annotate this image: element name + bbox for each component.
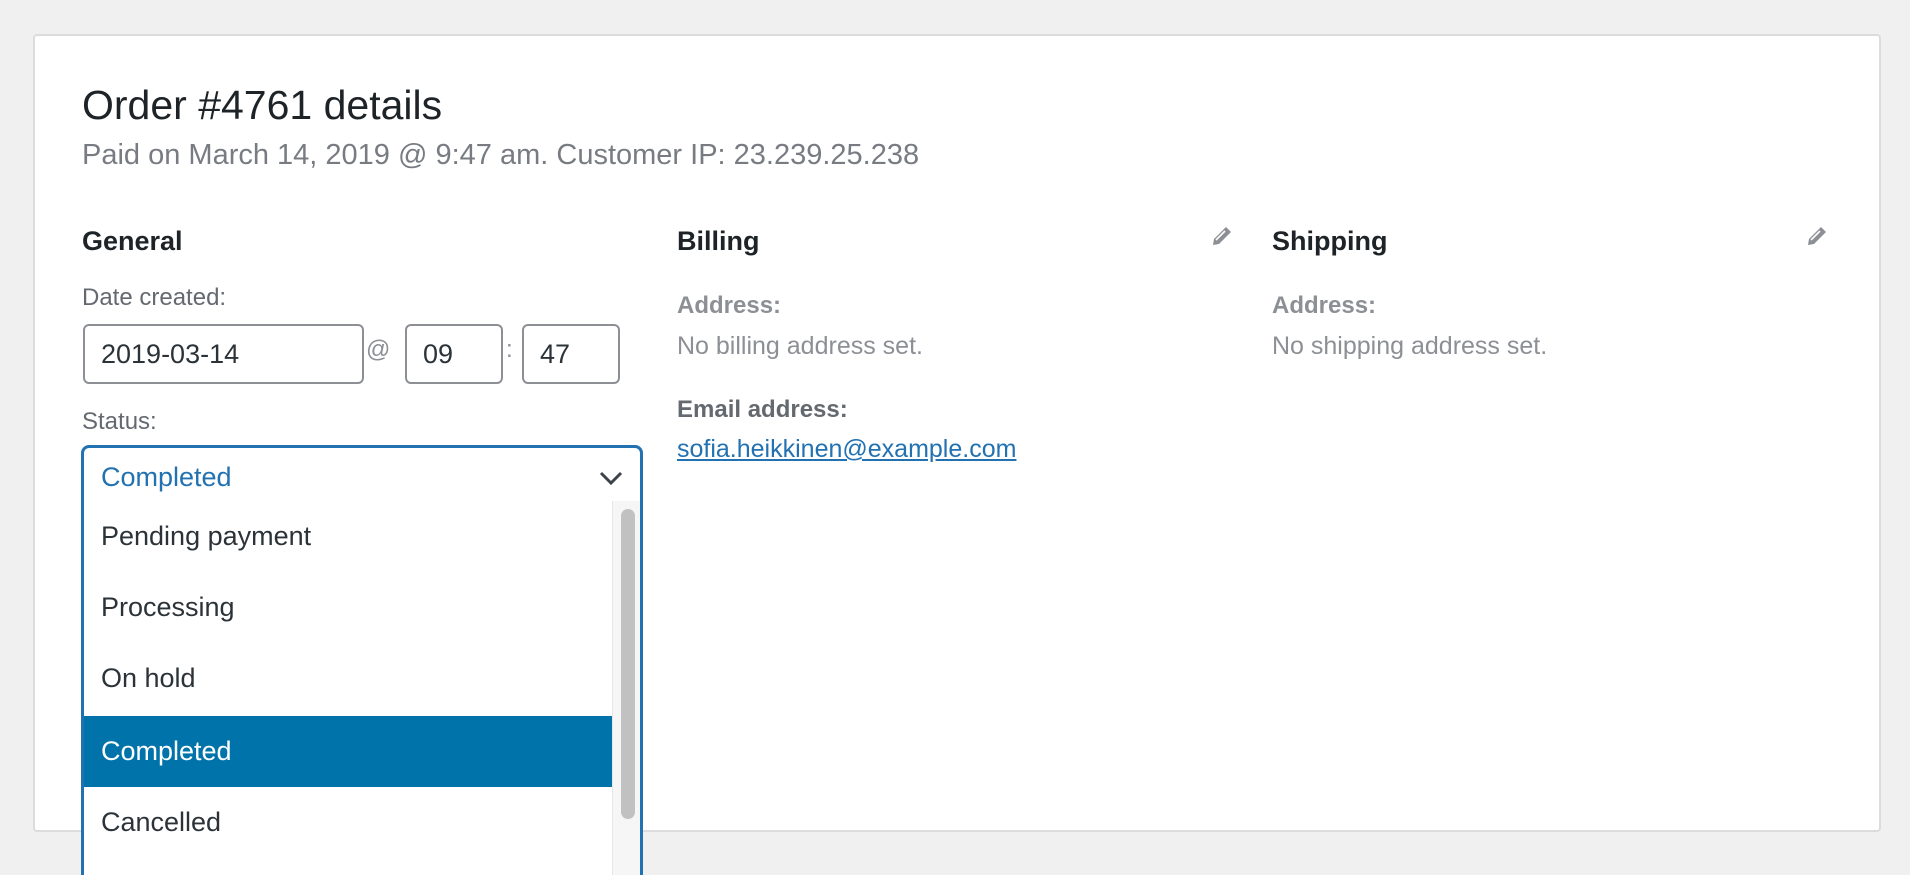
shipping-heading: Shipping bbox=[1272, 226, 1388, 256]
status-option-cancelled[interactable]: Cancelled bbox=[84, 787, 612, 858]
hour-input[interactable] bbox=[405, 324, 503, 384]
shipping-address-value: No shipping address set. bbox=[1272, 332, 1548, 360]
general-heading: General bbox=[82, 226, 183, 256]
date-created-input[interactable] bbox=[83, 324, 364, 384]
page-title: Order #4761 details bbox=[82, 82, 443, 128]
shipping-edit-pencil-icon[interactable] bbox=[1806, 225, 1828, 247]
at-separator: @ bbox=[366, 336, 391, 363]
status-option-pending-payment[interactable]: Pending payment bbox=[84, 501, 612, 572]
billing-address-value: No billing address set. bbox=[677, 332, 923, 360]
billing-address-label: Address: bbox=[677, 292, 782, 319]
shipping-address-label: Address: bbox=[1272, 292, 1377, 319]
minute-input[interactable] bbox=[522, 324, 620, 384]
billing-edit-pencil-icon[interactable] bbox=[1211, 225, 1233, 247]
status-option-on-hold[interactable]: On hold bbox=[84, 643, 612, 714]
dropdown-scrollbar[interactable] bbox=[612, 501, 640, 875]
status-label: Status: bbox=[82, 408, 157, 435]
dropdown-scrollbar-thumb[interactable] bbox=[621, 509, 635, 819]
chevron-down-icon[interactable] bbox=[598, 468, 624, 488]
status-select-value[interactable]: Completed bbox=[101, 462, 232, 493]
billing-email-label: Email address: bbox=[677, 396, 848, 423]
date-created-label: Date created: bbox=[82, 284, 227, 311]
status-option-processing[interactable]: Processing bbox=[84, 572, 612, 643]
status-select[interactable]: Completed Pending payment Processing On … bbox=[81, 445, 643, 875]
colon-separator: : bbox=[506, 336, 513, 363]
status-option-completed[interactable]: Completed bbox=[84, 716, 612, 787]
billing-email-link[interactable]: sofia.heikkinen@example.com bbox=[677, 435, 1016, 464]
order-subtitle: Paid on March 14, 2019 @ 9:47 am. Custom… bbox=[82, 139, 920, 171]
billing-heading: Billing bbox=[677, 226, 760, 256]
status-options-list: Pending payment Processing On hold Compl… bbox=[84, 501, 612, 858]
